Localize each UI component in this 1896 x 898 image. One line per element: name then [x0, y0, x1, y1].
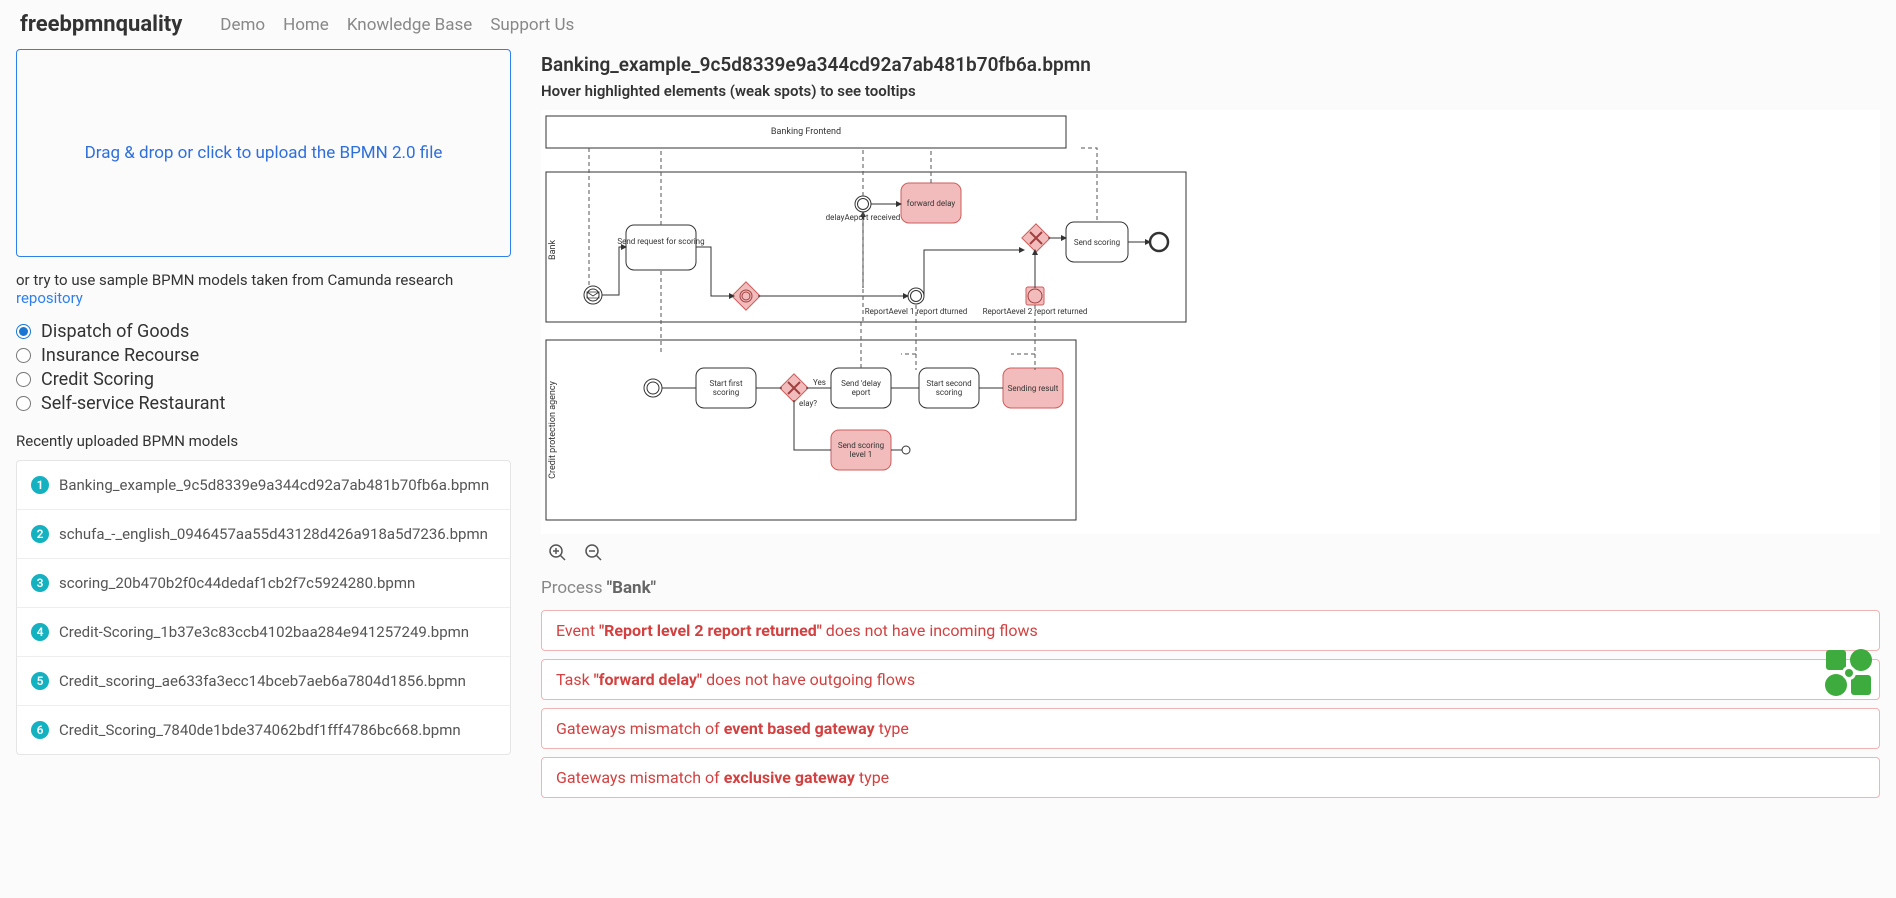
svg-text:Yes: Yes: [813, 378, 826, 387]
zoom-out-icon[interactable]: [583, 542, 605, 564]
list-item[interactable]: 1Banking_example_9c5d8339e9a344cd92a7ab4…: [17, 461, 510, 510]
event-report-l2[interactable]: [1026, 287, 1044, 305]
svg-text:Send scoring: Send scoring: [1074, 238, 1120, 247]
radio-input[interactable]: [16, 324, 31, 339]
bpmn-io-logo-icon[interactable]: [1824, 648, 1874, 698]
radio-input[interactable]: [16, 372, 31, 387]
svg-text:forward delay: forward delay: [907, 199, 956, 208]
sample-restaurant[interactable]: Self-service Restaurant: [16, 393, 511, 414]
svg-text:Send request for scoring: Send request for scoring: [617, 237, 704, 246]
brand[interactable]: freebpmnquality: [20, 12, 182, 37]
list-item[interactable]: 5Credit_scoring_ae633fa3ecc14bceb7aeb6a7…: [17, 657, 510, 706]
list-item[interactable]: 6Credit_Scoring_7840de1bde374062bdf1fff4…: [17, 706, 510, 754]
svg-text:Credit protection agency: Credit protection agency: [548, 380, 558, 478]
svg-text:elay?: elay?: [799, 399, 817, 408]
list-item[interactable]: 3scoring_20b470b2f0c44dedaf1cb2f7c592428…: [17, 559, 510, 608]
task-send-request: [626, 225, 696, 270]
item-badge: 4: [31, 623, 49, 641]
svg-text:Bank: Bank: [548, 240, 558, 260]
item-badge: 2: [31, 525, 49, 543]
recent-label: Recently uploaded BPMN models: [16, 432, 511, 450]
sample-credit[interactable]: Credit Scoring: [16, 369, 511, 390]
upload-dropzone[interactable]: Drag & drop or click to upload the BPMN …: [16, 49, 511, 257]
bpmn-diagram[interactable]: Banking Frontend Bank Send request for s…: [541, 110, 1880, 534]
item-badge: 5: [31, 672, 49, 690]
file-subtitle: Hover highlighted elements (weak spots) …: [541, 82, 1880, 100]
sample-dispatch[interactable]: Dispatch of Goods: [16, 321, 511, 342]
nav-link-home[interactable]: Home: [283, 15, 329, 35]
svg-text:Banking Frontend: Banking Frontend: [771, 127, 841, 137]
small-end: [902, 446, 910, 454]
pool-agency: [546, 340, 1076, 520]
item-badge: 1: [31, 476, 49, 494]
nav-link-support[interactable]: Support Us: [490, 15, 574, 35]
file-title: Banking_example_9c5d8339e9a344cd92a7ab48…: [541, 53, 1880, 76]
sample-hint: or try to use sample BPMN models taken f…: [16, 271, 511, 307]
end-event: [1150, 233, 1168, 251]
issue-item: Gateways mismatch of event based gateway…: [541, 708, 1880, 749]
list-item[interactable]: 4Credit-Scoring_1b37e3c83ccb4102baa284e9…: [17, 608, 510, 657]
sample-radio-group: Dispatch of Goods Insurance Recourse Cre…: [16, 321, 511, 414]
nav-link-kb[interactable]: Knowledge Base: [347, 15, 472, 35]
issue-item: Task "forward delay" does not have outgo…: [541, 659, 1880, 700]
issue-item: Gateways mismatch of exclusive gateway t…: [541, 757, 1880, 798]
navbar: freebpmnquality Demo Home Knowledge Base…: [0, 0, 1896, 49]
sample-insurance[interactable]: Insurance Recourse: [16, 345, 511, 366]
nav-link-demo[interactable]: Demo: [220, 15, 265, 35]
zoom-in-icon[interactable]: [547, 542, 569, 564]
issue-item: Event "Report level 2 report returned" d…: [541, 610, 1880, 651]
upload-label: Drag & drop or click to upload the BPMN …: [85, 143, 443, 163]
radio-input[interactable]: [16, 396, 31, 411]
radio-input[interactable]: [16, 348, 31, 363]
repository-link[interactable]: repository: [16, 289, 83, 307]
svg-text:Sending result: Sending result: [1008, 384, 1059, 393]
svg-text:Start firstscoring: Start firstscoring: [709, 379, 743, 397]
item-badge: 3: [31, 574, 49, 592]
recent-list[interactable]: 1Banking_example_9c5d8339e9a344cd92a7ab4…: [16, 460, 511, 755]
process-heading: Process "Bank": [541, 578, 1880, 598]
list-item[interactable]: 2schufa_-_english_0946457aa55d43128d426a…: [17, 510, 510, 559]
item-badge: 6: [31, 721, 49, 739]
